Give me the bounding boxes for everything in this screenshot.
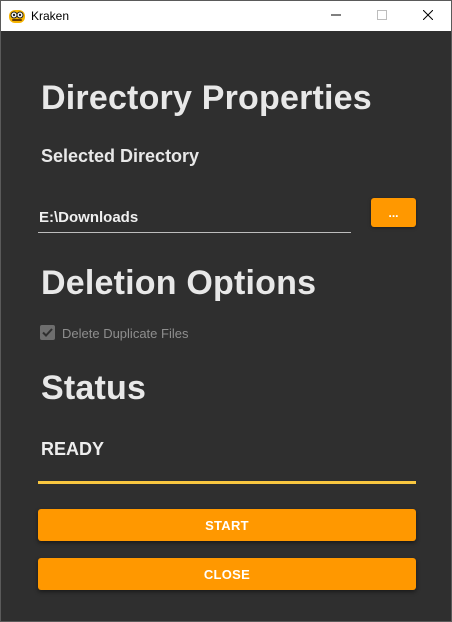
start-button[interactable]: START — [38, 509, 416, 541]
close-window-button[interactable] — [405, 1, 451, 31]
directory-properties-heading: Directory Properties — [41, 79, 372, 117]
status-value: READY — [41, 439, 105, 459]
window-title: Kraken — [31, 9, 70, 23]
kraken-app-icon — [8, 7, 26, 25]
directory-path-field[interactable]: E:\Downloads — [38, 199, 351, 233]
maximize-icon — [377, 7, 387, 25]
deletion-options-heading: Deletion Options — [41, 264, 317, 302]
browse-button[interactable]: ... — [371, 198, 416, 227]
delete-duplicates-checkbox[interactable] — [40, 325, 55, 340]
close-icon — [422, 7, 434, 25]
status-heading: Status — [41, 369, 147, 407]
checkmark-icon — [42, 328, 53, 337]
title-bar[interactable]: Kraken — [1, 1, 451, 31]
app-window: Kraken Directory Properties Selected Dir… — [0, 0, 452, 622]
minimize-button[interactable] — [313, 1, 359, 31]
close-button[interactable]: CLOSE — [38, 558, 416, 590]
directory-path-value: E:\Downloads — [39, 209, 139, 226]
delete-duplicates-label: Delete Duplicate Files — [62, 326, 189, 341]
status-display: READY — [38, 426, 416, 484]
minimize-icon — [331, 7, 341, 25]
maximize-button[interactable] — [359, 1, 405, 31]
selected-directory-label: Selected Directory — [41, 146, 200, 166]
